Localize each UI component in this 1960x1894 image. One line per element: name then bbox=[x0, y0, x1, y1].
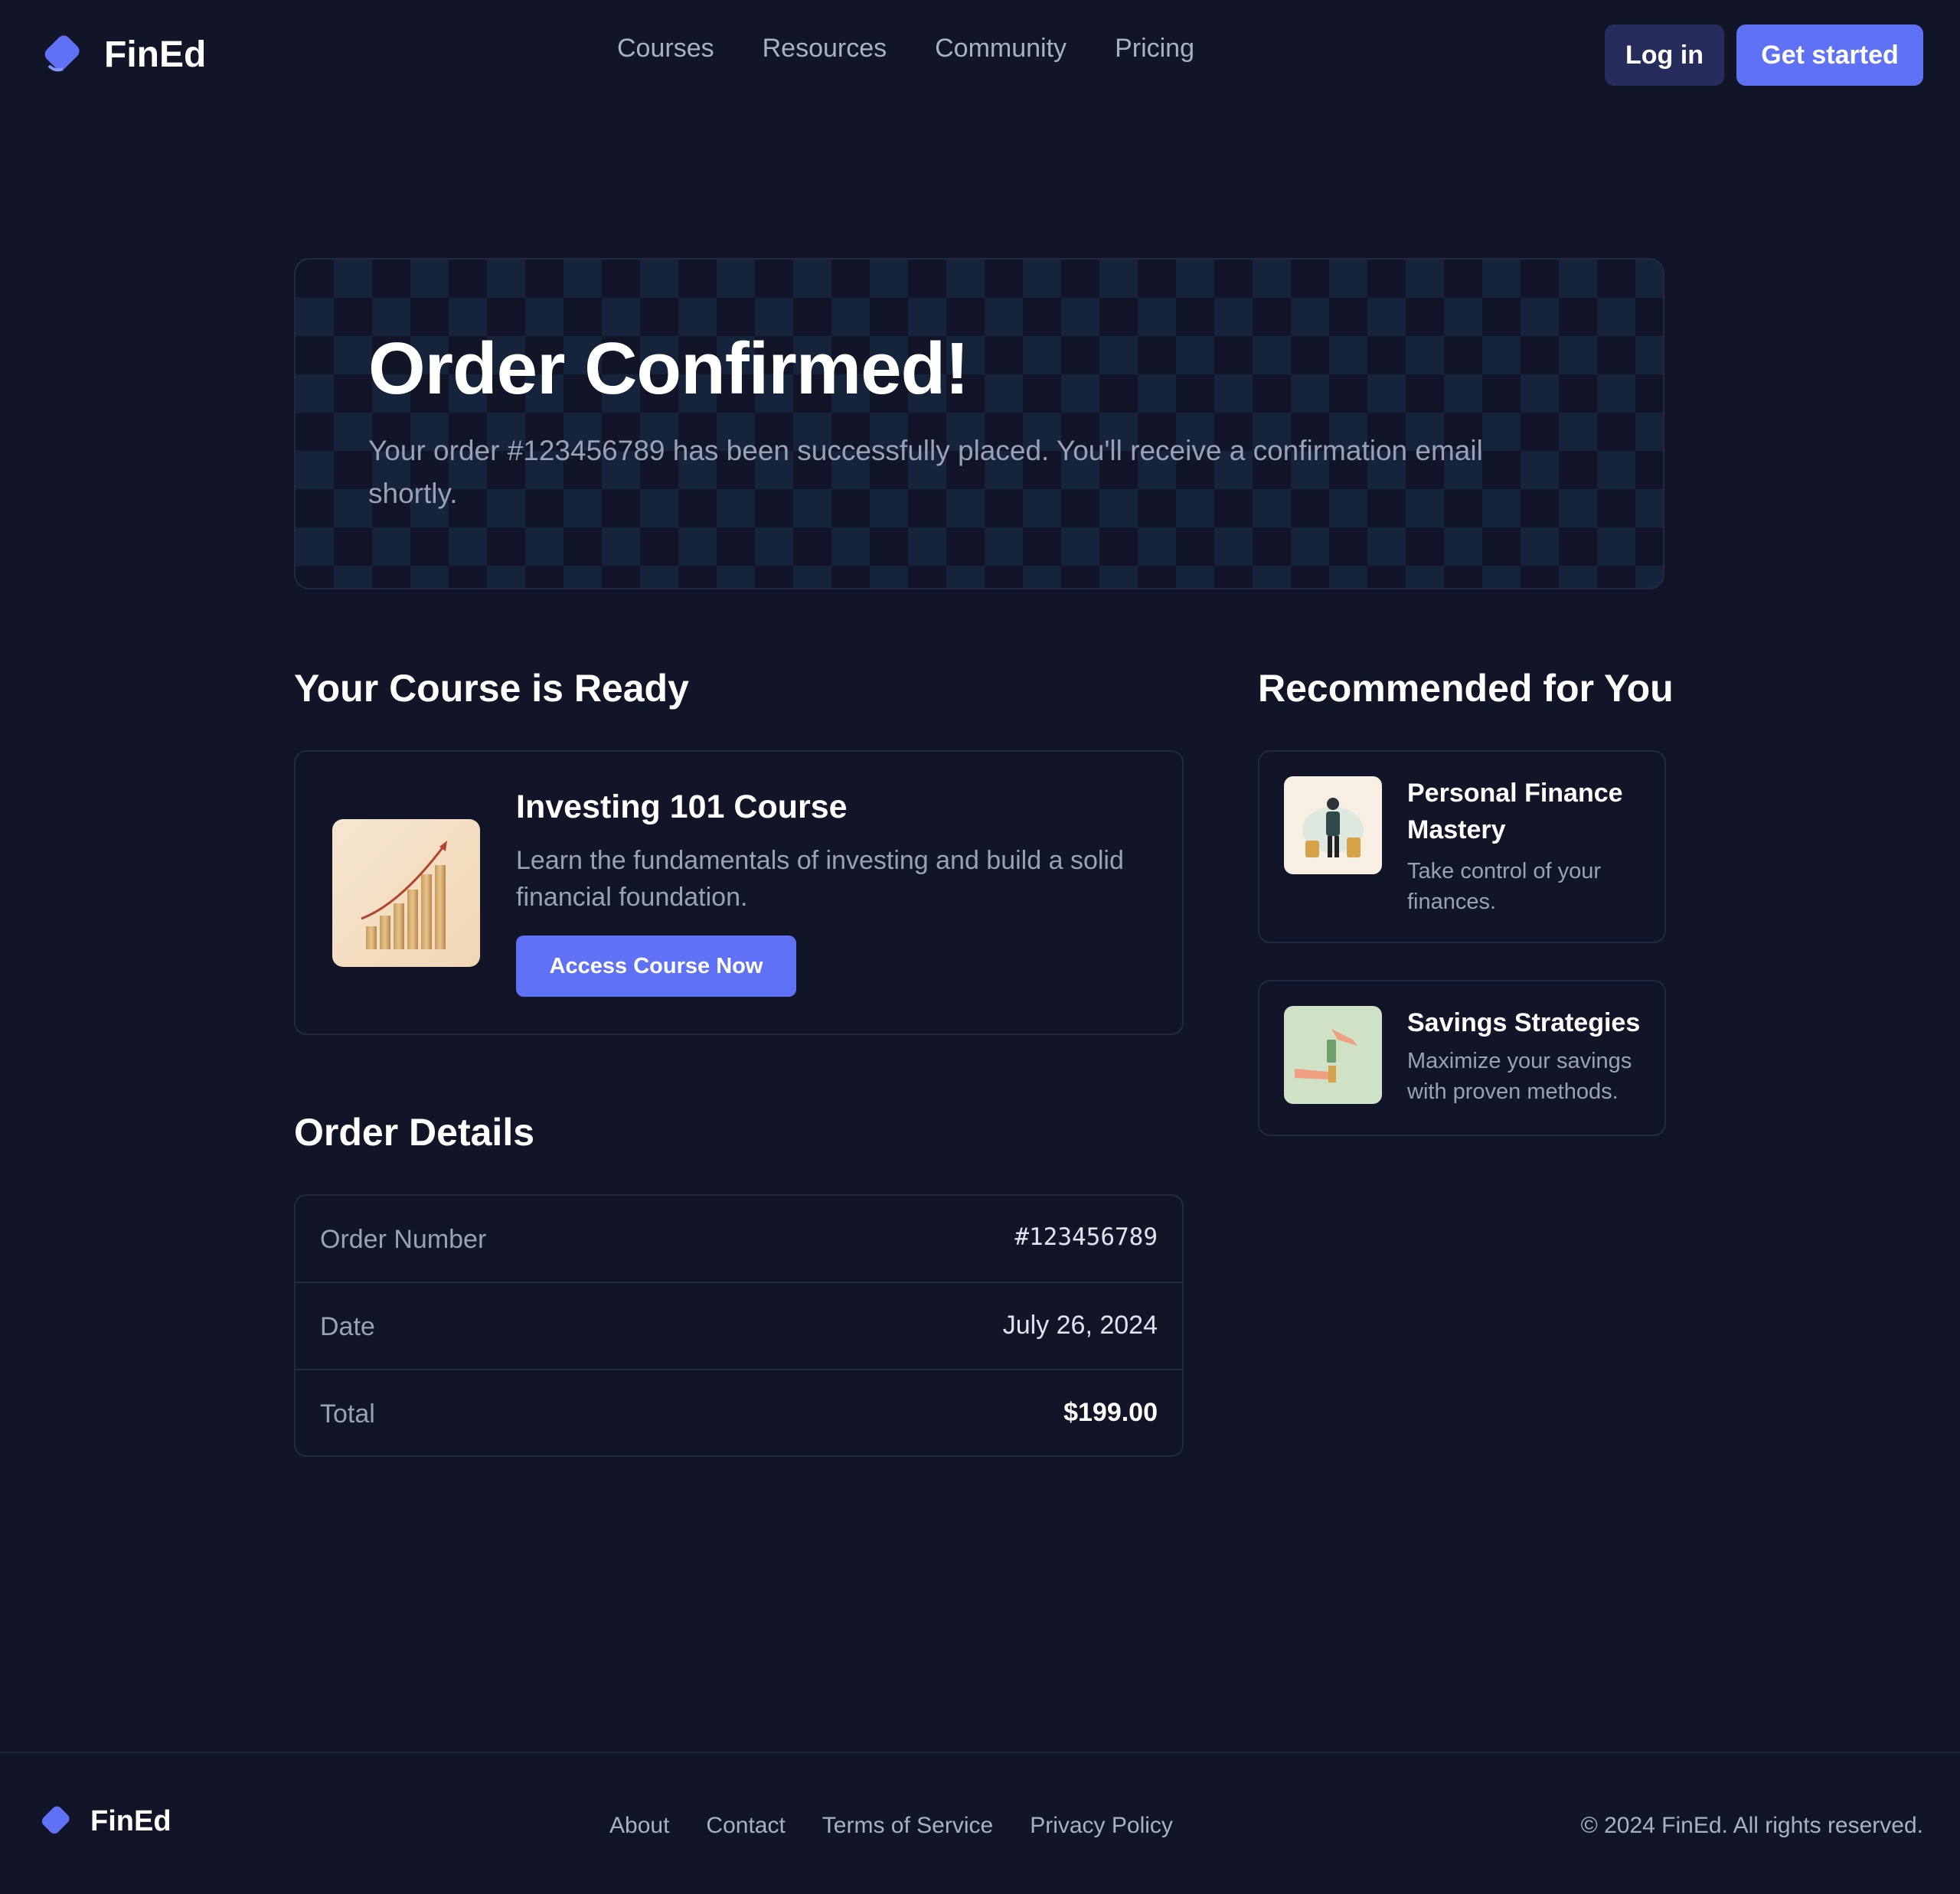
main-nav: Courses Resources Community Pricing bbox=[617, 34, 1194, 64]
login-button[interactable]: Log in bbox=[1605, 24, 1724, 86]
brand-logo[interactable]: FinEd bbox=[38, 32, 206, 77]
bar-chart-growth-icon bbox=[332, 819, 480, 967]
footer-link-about[interactable]: About bbox=[609, 1813, 669, 1839]
course-card: Investing 101 Course Learn the fundament… bbox=[294, 750, 1184, 1035]
recommended-title: Savings Strategies bbox=[1407, 1008, 1641, 1037]
confirmation-message: Your order #123456789 has been successfu… bbox=[368, 435, 1483, 509]
date-label: Date bbox=[320, 1312, 375, 1341]
footer: FinEd About Contact Terms of Service Pri… bbox=[0, 1752, 1960, 1894]
recommended-card[interactable]: Personal Finance Mastery Take control of… bbox=[1258, 750, 1666, 943]
recommended-description: Take control of your finances. bbox=[1407, 859, 1602, 914]
logo-icon bbox=[38, 32, 83, 77]
recommended-card[interactable]: Savings Strategies Maximize your savings… bbox=[1258, 980, 1666, 1136]
order-confirmed-banner: Order Confirmed! Your order #123456789 h… bbox=[294, 258, 1664, 589]
footer-link-terms[interactable]: Terms of Service bbox=[822, 1813, 993, 1839]
get-started-button[interactable]: Get started bbox=[1736, 24, 1923, 86]
total-value: $199.00 bbox=[1063, 1398, 1158, 1427]
footer-link-privacy[interactable]: Privacy Policy bbox=[1030, 1813, 1173, 1839]
order-details-title: Order Details bbox=[294, 1111, 535, 1154]
table-row: Total $199.00 bbox=[296, 1370, 1182, 1458]
order-number-label: Order Number bbox=[320, 1225, 487, 1254]
nav-community[interactable]: Community bbox=[935, 34, 1067, 64]
brand-name: FinEd bbox=[104, 34, 207, 75]
logo-icon bbox=[37, 1804, 72, 1839]
footer-brand-logo[interactable]: FinEd bbox=[37, 1804, 172, 1839]
table-row: Date July 26, 2024 bbox=[296, 1283, 1182, 1370]
table-row: Order Number #123456789 bbox=[296, 1196, 1182, 1283]
nav-resources[interactable]: Resources bbox=[763, 34, 887, 64]
copyright-text: © 2024 FinEd. All rights reserved. bbox=[1580, 1813, 1923, 1838]
brand-name: FinEd bbox=[90, 1804, 172, 1837]
total-label: Total bbox=[320, 1399, 375, 1429]
recommended-title: Personal Finance Mastery bbox=[1407, 779, 1623, 844]
order-number-value: #123456789 bbox=[1014, 1223, 1158, 1251]
page-title: Order Confirmed! bbox=[368, 328, 969, 410]
footer-link-contact[interactable]: Contact bbox=[706, 1813, 785, 1839]
person-with-coins-icon bbox=[1284, 776, 1382, 874]
access-course-button[interactable]: Access Course Now bbox=[516, 936, 796, 997]
recommended-section-title: Recommended for You bbox=[1258, 667, 1674, 710]
order-details-table: Order Number #123456789 Date July 26, 20… bbox=[294, 1194, 1184, 1457]
course-title: Investing 101 Course bbox=[516, 789, 848, 825]
nav-pricing[interactable]: Pricing bbox=[1115, 34, 1194, 64]
hand-dropping-money-icon bbox=[1284, 1006, 1382, 1104]
date-value: July 26, 2024 bbox=[1002, 1311, 1158, 1340]
recommended-description: Maximize your savings with proven method… bbox=[1407, 1049, 1632, 1104]
top-navbar: FinEd Courses Resources Community Pricin… bbox=[0, 0, 1960, 112]
footer-nav: About Contact Terms of Service Privacy P… bbox=[609, 1813, 1173, 1839]
course-section-title: Your Course is Ready bbox=[294, 667, 689, 710]
nav-courses[interactable]: Courses bbox=[617, 34, 714, 64]
course-description: Learn the fundamentals of investing and … bbox=[516, 846, 1124, 912]
